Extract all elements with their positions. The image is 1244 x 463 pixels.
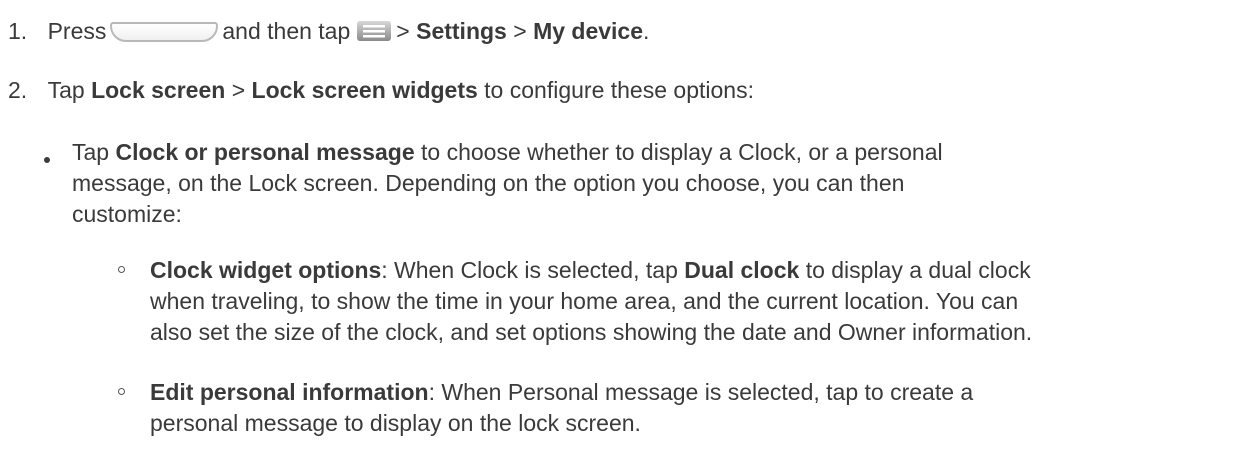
option-edit-personal-information: Edit personal information: [150, 379, 429, 405]
sub-bullet-1-line-3: also set the size of the clock, and set …: [150, 319, 1033, 345]
circle-bullet: [118, 266, 125, 273]
separator: >: [513, 18, 527, 44]
option-clock-or-personal-message: Clock or personal message: [115, 139, 415, 165]
separator: >: [231, 77, 246, 103]
step-2: 2. Tap Lock screen > Lock screen widgets…: [8, 75, 754, 105]
step-number: 1.: [8, 18, 28, 44]
step-text-tap: Tap: [47, 77, 85, 103]
sub-text: : When Clock is selected, tap: [381, 257, 678, 283]
bullet-line-3: customize:: [72, 201, 182, 227]
sub-bullet-1-line-1: Clock widget options: When Clock is sele…: [150, 255, 1031, 285]
menu-key-icon: [357, 21, 392, 41]
sub-bullet-2-line-1: Edit personal information: When Personal…: [150, 377, 973, 407]
sub-text: : When Personal message is selected, tap…: [428, 379, 974, 405]
bullet-line-1: Tap Clock or personal message to choose …: [72, 137, 943, 167]
home-key-icon: [110, 22, 219, 42]
circle-bullet: [118, 388, 125, 395]
bullet-line-2: message, on the Lock screen. Depending o…: [72, 170, 905, 196]
bullet-text-tap: Tap: [72, 139, 110, 165]
step-text-press: Press: [47, 18, 107, 44]
step-1: 1. Press and then tap > Settings > My dev…: [8, 16, 649, 46]
sub-bullet-1-line-2: when traveling, to show the time in your…: [150, 288, 1019, 314]
option-clock-widget-options: Clock widget options: [150, 257, 382, 283]
step-number: 2.: [8, 77, 28, 103]
menu-path-my-device: My device: [533, 18, 644, 44]
option-dual-clock: Dual clock: [684, 257, 800, 283]
bullet-text: to choose whether to display a Clock, or…: [421, 139, 943, 165]
menu-path-lock-screen: Lock screen: [91, 77, 226, 103]
menu-path-lock-screen-widgets: Lock screen widgets: [251, 77, 478, 103]
menu-path-settings: Settings: [416, 18, 507, 44]
bullet-dot: [44, 157, 50, 163]
sub-text: to display a dual clock: [805, 257, 1031, 283]
step-text: and then tap: [222, 18, 351, 44]
step-text: to configure these options:: [484, 77, 754, 103]
period: .: [643, 18, 650, 44]
sub-bullet-2-line-2: personal message to display on the lock …: [150, 410, 641, 436]
separator: >: [396, 18, 410, 44]
